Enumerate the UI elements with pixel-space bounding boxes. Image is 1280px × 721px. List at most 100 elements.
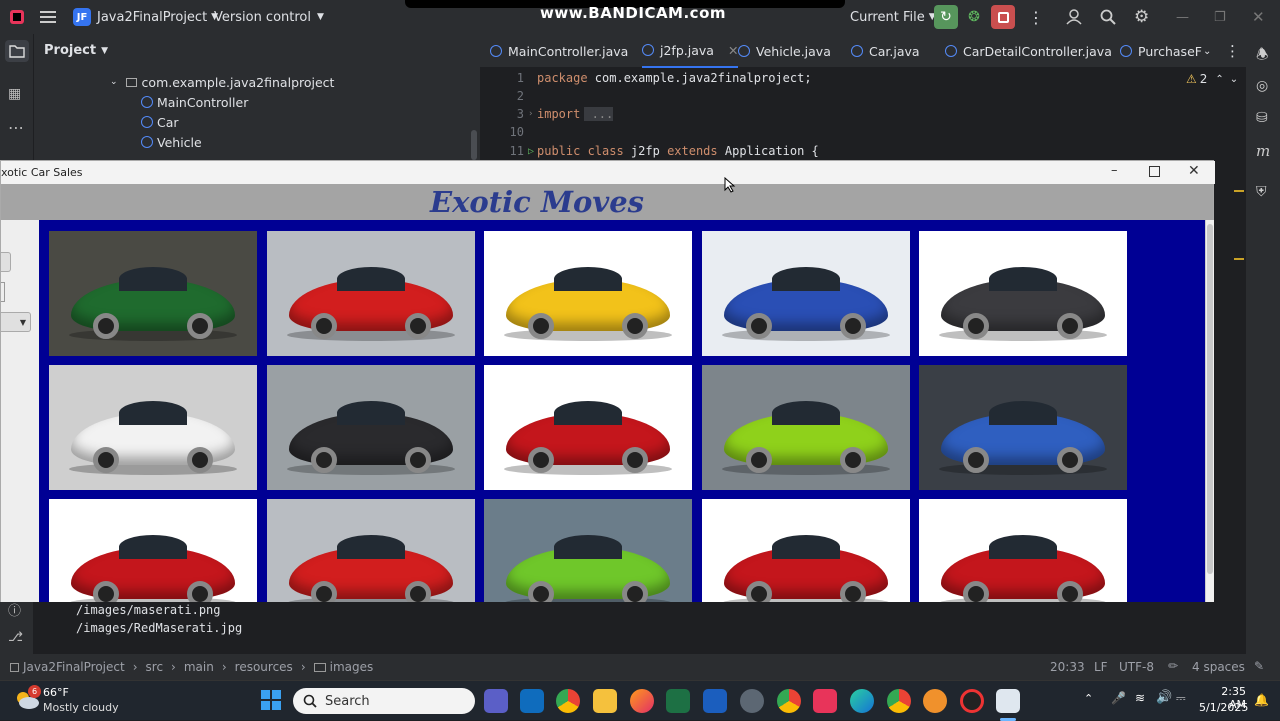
- tab-cardetailcontroller[interactable]: CarDetailController.java: [945, 34, 1112, 68]
- scrollbar-thumb[interactable]: [1207, 224, 1213, 574]
- tree-item-car[interactable]: Car: [141, 112, 179, 132]
- structure-icon[interactable]: ▦: [8, 86, 21, 102]
- ai-assistant-icon[interactable]: ◎: [1256, 78, 1268, 94]
- minimize-icon[interactable]: –: [1111, 163, 1118, 178]
- chrome-profile-icon[interactable]: [777, 689, 801, 713]
- car-card-red-ferrari[interactable]: [266, 231, 475, 356]
- tab-maincontroller[interactable]: MainController.java: [490, 34, 628, 68]
- code-folded[interactable]: ...: [584, 107, 614, 121]
- intellij-icon[interactable]: [813, 689, 837, 713]
- scrollbar[interactable]: [1205, 220, 1214, 602]
- app-icon[interactable]: [923, 689, 947, 713]
- minimize-icon[interactable]: —: [1176, 0, 1189, 34]
- car-card-red-ferrari[interactable]: [266, 499, 475, 602]
- scrollbar[interactable]: [471, 130, 477, 160]
- firefox-icon[interactable]: [630, 689, 654, 713]
- battery-icon[interactable]: ⎓: [1176, 691, 1186, 706]
- close-icon[interactable]: ✕: [1252, 0, 1265, 34]
- car-card-red-maserati[interactable]: [49, 499, 257, 602]
- windows-start-icon[interactable]: [261, 690, 281, 710]
- chrome-icon[interactable]: [556, 689, 580, 713]
- microphone-icon[interactable]: 🎤: [1111, 691, 1126, 705]
- breadcrumb-item[interactable]: main: [184, 660, 214, 674]
- run-config-selector[interactable]: Current File ▼: [850, 0, 936, 34]
- settings-icon[interactable]: [740, 689, 764, 713]
- tree-item-package[interactable]: ⌄ com.example.java2finalproject: [110, 72, 334, 92]
- car-card-green-lamborghini[interactable]: [484, 499, 692, 602]
- debug-button[interactable]: ❂: [962, 5, 986, 29]
- folder-icon[interactable]: [5, 40, 29, 62]
- bandicam-icon[interactable]: [960, 689, 984, 713]
- chevron-up-icon[interactable]: ⌃: [1084, 692, 1093, 705]
- tab-vehicle[interactable]: Vehicle.java: [738, 34, 831, 68]
- stop-button[interactable]: [991, 5, 1015, 29]
- more-actions-icon[interactable]: ⋮: [1225, 34, 1240, 68]
- restore-icon[interactable]: ❐: [1214, 0, 1226, 34]
- excel-icon[interactable]: [666, 689, 690, 713]
- car-card-green-coupe[interactable]: [49, 231, 257, 356]
- shield-icon[interactable]: ⛨: [1256, 184, 1267, 200]
- close-tab-icon[interactable]: ✕: [728, 43, 738, 58]
- maximize-icon[interactable]: [1149, 166, 1160, 177]
- tabs-overflow-icon[interactable]: ⌄: [1203, 34, 1211, 68]
- tree-item-maincontroller[interactable]: MainController: [141, 92, 248, 112]
- notification-bell-icon[interactable]: 🔔: [1254, 693, 1269, 707]
- file-explorer-icon[interactable]: [593, 689, 617, 713]
- car-card-black-ferrari[interactable]: [266, 365, 475, 490]
- volume-icon[interactable]: 🔊: [1156, 690, 1172, 705]
- add-user-icon[interactable]: [1066, 0, 1084, 34]
- breadcrumb-item[interactable]: Java2FinalProject: [23, 660, 125, 674]
- car-card-red-maserati[interactable]: [701, 499, 910, 602]
- java-app-icon[interactable]: [996, 689, 1020, 713]
- readonly-toggle-icon[interactable]: ✏: [1168, 659, 1178, 673]
- close-icon[interactable]: ✕: [1188, 163, 1200, 179]
- wifi-icon[interactable]: ≋: [1135, 691, 1145, 705]
- git-icon[interactable]: ⎇: [8, 630, 23, 645]
- line-separator[interactable]: LF: [1094, 660, 1108, 674]
- breadcrumb-item[interactable]: src: [146, 660, 164, 674]
- car-card-red-maserati[interactable]: [484, 365, 692, 490]
- indent-setting[interactable]: 4 spaces: [1192, 660, 1245, 674]
- more-tools-icon[interactable]: ⋯: [8, 118, 24, 137]
- car-card-yellow-lamborghini[interactable]: [484, 231, 692, 356]
- search-icon[interactable]: [1100, 0, 1116, 34]
- outlook-icon[interactable]: [520, 689, 544, 713]
- gear-icon[interactable]: ⚙: [1134, 0, 1149, 34]
- car-card-lime-mclaren[interactable]: [701, 365, 910, 490]
- word-icon[interactable]: [703, 689, 727, 713]
- weather-icon[interactable]: 6: [14, 685, 41, 711]
- tab-purchase[interactable]: PurchaseF: [1120, 34, 1202, 68]
- database-icon[interactable]: ⛁: [1256, 110, 1268, 126]
- project-selector[interactable]: JF Java2FinalProject ▼: [73, 0, 218, 34]
- maven-icon[interactable]: m: [1256, 142, 1270, 160]
- file-encoding[interactable]: UTF-8: [1119, 660, 1154, 674]
- chrome-alt-icon[interactable]: [887, 689, 911, 713]
- main-menu-icon[interactable]: [40, 0, 56, 34]
- car-card-blue-mclaren[interactable]: [701, 231, 910, 356]
- taskbar-search[interactable]: Search: [293, 688, 475, 714]
- tab-car[interactable]: Car.java: [851, 34, 920, 68]
- breadcrumb-item[interactable]: images: [330, 660, 374, 674]
- side-button[interactable]: [1, 252, 11, 272]
- car-card-grey-maserati[interactable]: [919, 231, 1127, 356]
- tab-j2fp[interactable]: j2fp.java ✕: [642, 34, 739, 68]
- run-gutter-icon[interactable]: ▷: [528, 146, 537, 157]
- caret-position[interactable]: 20:33: [1050, 660, 1085, 674]
- tree-item-vehicle[interactable]: Vehicle: [141, 132, 202, 152]
- breadcrumb-item[interactable]: resources: [235, 660, 293, 674]
- car-card-blue-maserati[interactable]: [919, 365, 1127, 490]
- side-combo[interactable]: ▼: [1, 312, 31, 332]
- side-field[interactable]: [1, 282, 5, 302]
- more-actions-icon[interactable]: ⋮: [1028, 0, 1044, 34]
- project-panel-header[interactable]: Project ▼: [44, 43, 108, 58]
- app-title-bar[interactable]: xotic Car Sales – ✕: [1, 161, 1215, 184]
- clock-date[interactable]: 5/1/2025: [1199, 701, 1248, 714]
- edge-icon[interactable]: [850, 689, 874, 713]
- notifications-icon[interactable]: 🕭: [1256, 44, 1269, 68]
- inspection-widget[interactable]: ⚠ 2 ⌃ ⌄: [1186, 72, 1238, 86]
- teams-icon[interactable]: [484, 689, 508, 713]
- rerun-button[interactable]: ↻: [934, 5, 958, 29]
- car-card-red-maserati[interactable]: [919, 499, 1127, 602]
- problems-icon[interactable]: ⓘ: [8, 600, 21, 619]
- fold-icon[interactable]: ›: [528, 109, 537, 119]
